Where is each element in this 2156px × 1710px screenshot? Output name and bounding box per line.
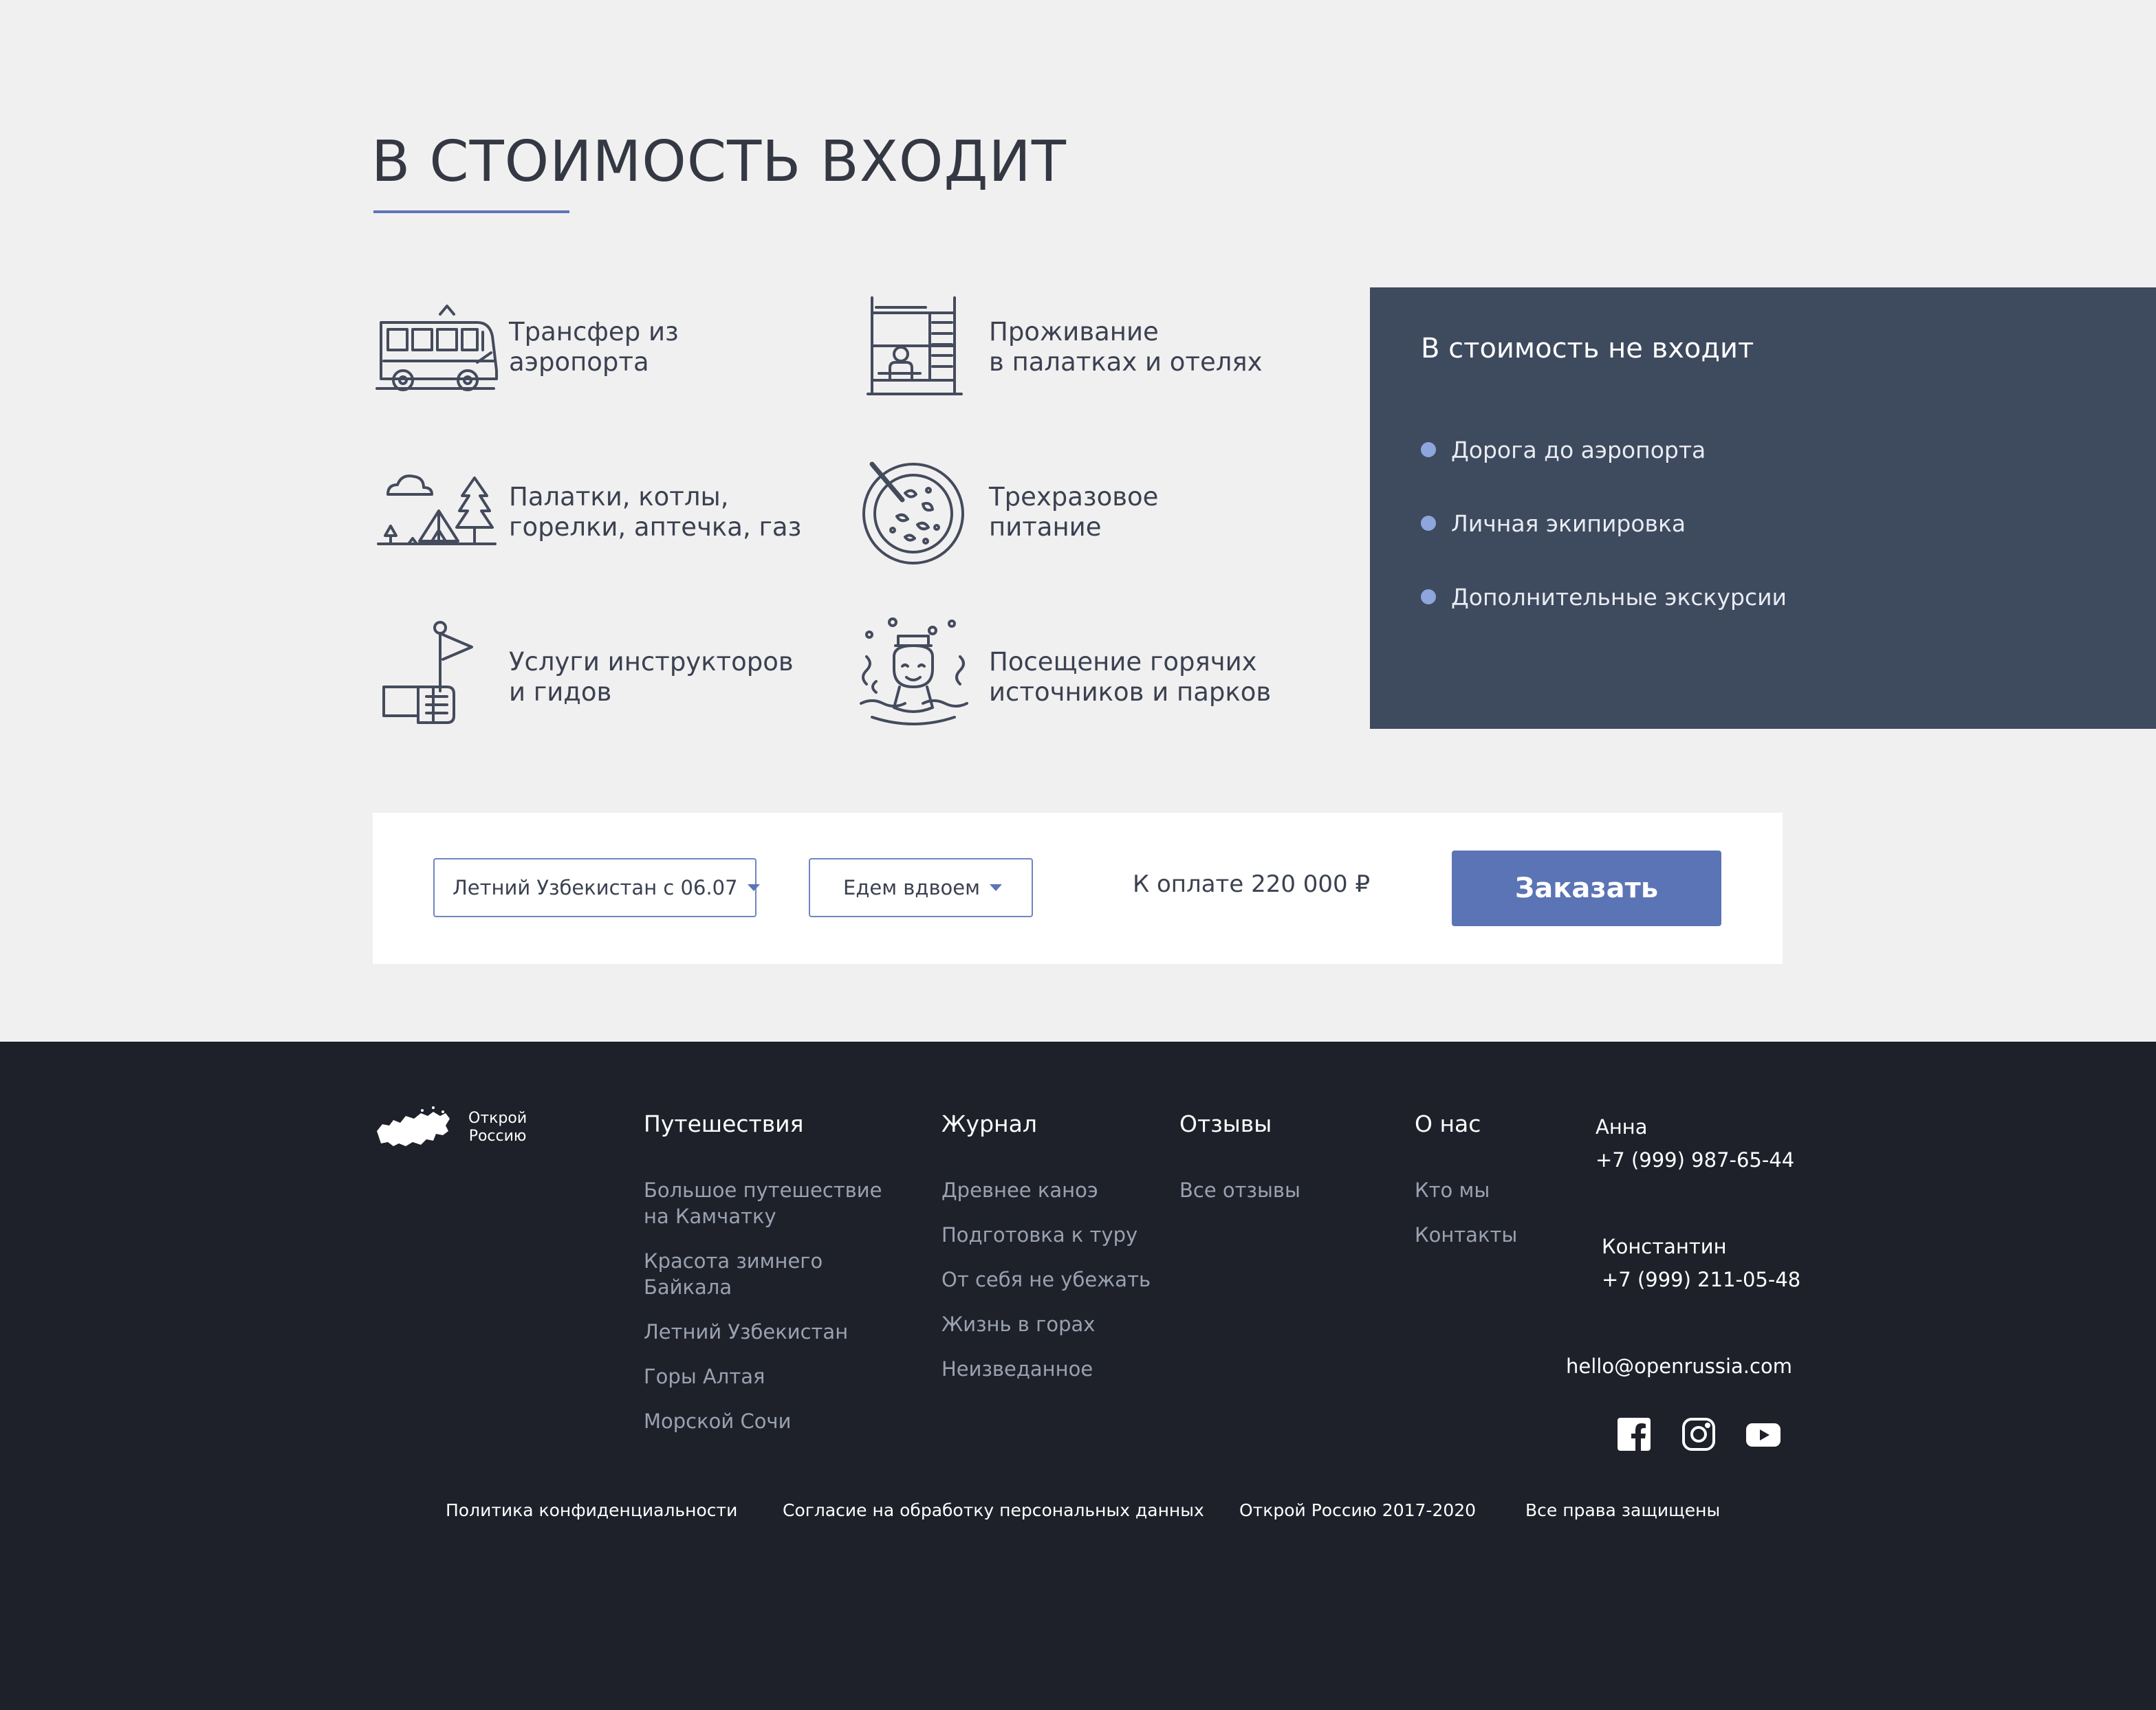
contact-name: Анна — [1596, 1115, 1648, 1139]
contact-phone[interactable]: +7 (999) 211-05-48 — [1602, 1263, 1800, 1296]
feature-label: аэропорта — [509, 347, 649, 377]
footer-column-title: Журнал — [941, 1110, 1037, 1137]
instagram-icon[interactable] — [1681, 1416, 1717, 1452]
footer-column-journal: Журнал Древнее каноэ Подготовка к туру О… — [941, 1110, 1151, 1401]
feature-label: горелки, аптечка, газ — [509, 512, 802, 542]
logo-text: Россию — [468, 1128, 527, 1145]
chevron-down-icon — [990, 884, 1003, 891]
camping-tent-icon — [371, 450, 509, 574]
section-title: В СТОИМОСТЬ ВХОДИТ — [371, 129, 1067, 195]
list-item-label: Дорога до аэропорта — [1451, 436, 1706, 463]
footer-column-reviews: Отзывы Все отзывы — [1179, 1110, 1300, 1222]
footer-column-title: Путешествия — [644, 1110, 804, 1137]
footer: Открой Россию Путешествия Большое путеше… — [0, 1042, 2156, 1710]
logo[interactable]: Открой Россию — [374, 1104, 527, 1152]
footer-link[interactable]: Красота зимнего Байкала — [644, 1248, 882, 1300]
footer-link[interactable]: Горы Алтая — [644, 1363, 882, 1390]
rights-text: Все права защищены — [1525, 1500, 1721, 1520]
not-included-title: В стоимость не входит — [1421, 333, 1754, 364]
feature-equipment: Палатки, котлы, горелки, аптечка, газ — [371, 450, 805, 574]
feature-label: в палатках и отелях — [989, 347, 1263, 377]
feature-label: Трехразовое — [989, 482, 1159, 512]
feature-meals: Трехразовое питание — [851, 450, 1285, 574]
data-consent-link[interactable]: Согласие на обработку персональных данны… — [783, 1500, 1204, 1520]
list-item: Дополнительные экскурсии — [1421, 576, 1787, 617]
meal-plate-icon — [851, 450, 989, 574]
footer-link[interactable]: Неизведанное — [941, 1356, 1151, 1382]
feature-label: Услуги инструкторов — [509, 647, 794, 677]
feature-label: Трансфер из — [509, 317, 679, 347]
russia-map-icon — [374, 1104, 453, 1152]
footer-link[interactable]: Летний Узбекистан — [644, 1319, 882, 1345]
list-item: Дорога до аэропорта — [1421, 429, 1787, 470]
list-item-label: Личная экипировка — [1451, 509, 1686, 537]
bunk-bed-icon — [851, 285, 989, 409]
footer-link[interactable]: Морской Сочи — [644, 1408, 882, 1434]
footer-link[interactable]: От себя не убежать — [941, 1267, 1151, 1293]
flag-hand-icon — [371, 615, 509, 739]
feature-label: источников и парков — [989, 677, 1272, 707]
contact-email[interactable]: hello@openrussia.com — [1566, 1350, 1792, 1383]
footer-link[interactable]: Кто мы — [1415, 1177, 1517, 1203]
bus-icon — [371, 285, 509, 409]
feature-guides: Услуги инструкторов и гидов — [371, 615, 805, 739]
feature-label: питание — [989, 512, 1102, 542]
logo-text: Открой — [468, 1110, 527, 1127]
list-item-label: Дополнительные экскурсии — [1451, 583, 1787, 611]
footer-column-travels: Путешествия Большое путешествие на Камчат… — [644, 1110, 882, 1453]
facebook-icon[interactable] — [1616, 1416, 1652, 1452]
feature-label: Палатки, котлы, — [509, 482, 729, 512]
footer-link[interactable]: Все отзывы — [1179, 1177, 1300, 1203]
footer-link[interactable]: Контакты — [1415, 1222, 1517, 1248]
contact-anna: Анна +7 (999) 987-65-44 — [1596, 1110, 1794, 1176]
price-label: К оплате 220 000 ₽ — [1133, 870, 1371, 898]
contact-konstantin: Константин +7 (999) 211-05-48 — [1602, 1230, 1800, 1296]
footer-link[interactable]: Древнее каноэ — [941, 1177, 1151, 1203]
feature-hot-springs: Посещение горячих источников и парков — [851, 615, 1285, 739]
footer-link[interactable]: Жизнь в горах — [941, 1311, 1151, 1337]
youtube-icon[interactable] — [1745, 1416, 1781, 1452]
feature-accommodation: Проживание в палатках и отелях — [851, 285, 1285, 409]
footer-link[interactable]: Большое путешествие на Камчатку — [644, 1177, 882, 1229]
footer-link[interactable]: Подготовка к туру — [941, 1222, 1151, 1248]
bullet-icon — [1421, 516, 1436, 531]
not-included-panel: В стоимость не входит Дорога до аэропорт… — [1370, 287, 2156, 729]
social-links — [1616, 1416, 1781, 1452]
list-item: Личная экипировка — [1421, 503, 1787, 544]
tour-select[interactable]: Летний Узбекистан с 06.07 — [433, 858, 760, 917]
feature-label: и гидов — [509, 677, 612, 707]
bullet-icon — [1421, 589, 1436, 604]
order-bar: Летний Узбекистан с 06.07 Едем вдвоем К … — [373, 813, 1783, 964]
feature-transfer: Трансфер из аэропорта — [371, 285, 805, 409]
people-select-value: Едем вдвоем — [843, 876, 981, 899]
contact-name: Константин — [1602, 1235, 1727, 1258]
bullet-icon — [1421, 442, 1436, 457]
order-button[interactable]: Заказать — [1452, 851, 1721, 926]
footer-column-title: О нас — [1415, 1110, 1481, 1137]
hot-spring-icon — [851, 615, 989, 739]
not-included-list: Дорога до аэропорта Личная экипировка До… — [1421, 429, 1787, 650]
feature-label: Посещение горячих — [989, 647, 1257, 677]
people-select[interactable]: Едем вдвоем — [809, 858, 1033, 917]
feature-label: Проживание — [989, 317, 1159, 347]
footer-column-title: Отзывы — [1179, 1110, 1272, 1137]
tour-select-value: Летний Узбекистан с 06.07 — [453, 876, 738, 899]
contact-phone[interactable]: +7 (999) 987-65-44 — [1596, 1143, 1794, 1176]
copyright-text: Открой Россию 2017-2020 — [1239, 1500, 1477, 1520]
chevron-down-icon — [747, 884, 760, 891]
title-underline — [373, 210, 569, 213]
footer-column-about: О нас Кто мы Контакты — [1415, 1110, 1517, 1267]
privacy-policy-link[interactable]: Политика конфиденциальности — [446, 1500, 737, 1520]
